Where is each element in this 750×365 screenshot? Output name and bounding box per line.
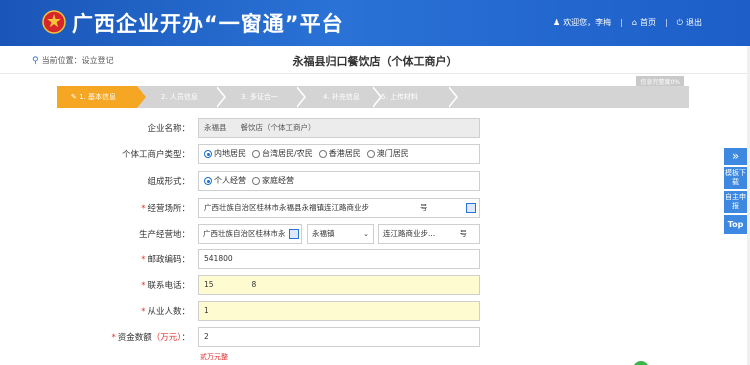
- phone-input[interactable]: 15 8: [198, 275, 480, 295]
- postal-code-label: * 邮政编码：: [141, 255, 190, 265]
- business-place-suffix: 号: [420, 203, 428, 212]
- step-chevron: [447, 86, 456, 108]
- company-name-field: 永福县 餐饮店（个体工商户）: [198, 118, 480, 138]
- company-name-prefix: 永福县: [204, 123, 227, 132]
- row-business-place: * 经营场所： 广西壮族自治区桂林市永福县永福镇连江路商业步 号: [0, 198, 750, 218]
- radio-label: 台湾居民/农民: [262, 149, 313, 158]
- town-select[interactable]: 永福镇 ⌄: [307, 224, 374, 244]
- top-header: 广西企业开办“一窗通”平台 ♟ 欢迎您，李梅 | ⌂ 首页 | ⏻ 退出: [0, 0, 750, 46]
- side-toolbar: » 模板下载 自主申报 Top: [724, 148, 747, 236]
- org-form-group: 个人经营 家庭经营: [198, 171, 480, 191]
- top-nav: ♟ 欢迎您，李梅 | ⌂ 首页 | ⏻ 退出: [553, 17, 702, 28]
- location-pin-icon: ⚲: [32, 55, 39, 66]
- back-to-top-button[interactable]: Top: [724, 215, 747, 234]
- home-link[interactable]: 首页: [640, 17, 656, 28]
- row-company-name: 企业名称： 永福县 餐饮店（个体工商户）: [0, 118, 750, 138]
- home-icon: ⌂: [631, 18, 637, 27]
- radio-macau[interactable]: 澳门居民: [366, 145, 409, 163]
- power-icon: ⏻: [676, 17, 683, 27]
- household-type-label: 个体工商户类型：: [121, 150, 190, 160]
- step-chevron: [295, 86, 304, 108]
- location-bar: 永福县归口餐饮店（个体工商户） ⚲ 当前位置： 设立登记: [0, 46, 750, 74]
- radio-individual[interactable]: 个人经营: [204, 172, 246, 190]
- address-picker-icon[interactable]: [466, 203, 476, 213]
- row-production-place: 生产经营地： 广西壮族自治区桂林市永 永福镇 ⌄ 连江路商业步... 号: [0, 224, 750, 244]
- row-postal-code: * 邮政编码： 541800: [0, 249, 750, 269]
- app-title: 广西企业开办“一窗通”平台: [72, 12, 344, 36]
- floating-help-icon[interactable]: [633, 361, 649, 365]
- radio-family[interactable]: 家庭经营: [252, 172, 294, 190]
- radio-taiwan[interactable]: 台湾居民/农民: [252, 145, 313, 163]
- step-label: 1. 基本信息: [79, 93, 116, 101]
- nav-separator: |: [664, 18, 668, 27]
- radio-button[interactable]: [204, 150, 212, 158]
- self-report-button[interactable]: 自主申报: [724, 191, 747, 213]
- postal-code-input[interactable]: 541800: [198, 249, 480, 269]
- phone-label: * 联系电话：: [141, 281, 190, 291]
- region-picker-icon[interactable]: [289, 229, 299, 239]
- business-place-input[interactable]: 广西壮族自治区桂林市永福县永福镇连江路商业步 号: [198, 198, 480, 218]
- radio-mainland[interactable]: 内地居民: [204, 145, 246, 163]
- step-basic-info[interactable]: ✎ 1. 基本信息: [57, 86, 137, 108]
- production-place-label: 生产经营地：: [138, 230, 190, 240]
- step-chevron: [137, 86, 146, 108]
- radio-label: 家庭经营: [262, 176, 294, 185]
- logout-link[interactable]: 退出: [686, 17, 702, 28]
- row-employees: * 从业人数： 1: [0, 301, 750, 321]
- radio-hongkong[interactable]: 香港居民: [318, 145, 361, 163]
- row-phone: * 联系电话： 15 8: [0, 275, 750, 295]
- step-multi-cert[interactable]: 3. 多证合一: [227, 86, 297, 108]
- street-input[interactable]: 连江路商业步... 号: [378, 224, 480, 244]
- radio-button[interactable]: [318, 150, 327, 158]
- step-chevron: [215, 86, 224, 108]
- row-household-type: 个体工商户类型： 内地居民 台湾居民/农民 香港居民 澳门居民: [0, 144, 750, 164]
- radio-button[interactable]: [252, 150, 260, 158]
- radio-label: 香港居民: [328, 149, 361, 158]
- employees-label: * 从业人数：: [141, 307, 190, 317]
- employees-input[interactable]: 1: [198, 301, 480, 321]
- phone-suffix: 8: [251, 280, 257, 289]
- radio-button[interactable]: [366, 150, 375, 158]
- nav-separator: |: [620, 18, 623, 27]
- radio-button[interactable]: [204, 177, 212, 185]
- street-suffix: 号: [459, 229, 468, 238]
- town-value: 永福镇: [312, 229, 335, 238]
- expand-arrow-button[interactable]: »: [724, 148, 747, 165]
- company-name-label: 企业名称：: [147, 124, 190, 134]
- step-upload[interactable]: 5. 上传材料: [367, 86, 443, 108]
- step-progress: ✎ 1. 基本信息 2. 人员信息 3. 多证合一 4. 补充信息 5. 上传材…: [57, 86, 689, 108]
- radio-label: 澳门居民: [376, 149, 409, 158]
- radio-label: 个人经营: [214, 176, 246, 185]
- capital-hint: 贰万元整: [200, 353, 228, 361]
- breadcrumb: ⚲ 当前位置： 设立登记: [32, 55, 114, 66]
- template-download-button[interactable]: 模板下载: [724, 167, 747, 189]
- capital-input[interactable]: 2: [198, 327, 480, 347]
- breadcrumb-current: 设立登记: [81, 56, 114, 65]
- row-org-form: 组成形式： 个人经营 家庭经营: [0, 171, 750, 191]
- business-place-value: 广西壮族自治区桂林市永福县永福镇连江路商业步: [204, 203, 369, 212]
- welcome-link[interactable]: 欢迎您，李梅: [563, 17, 611, 28]
- chevron-down-icon: ⌄: [363, 230, 369, 238]
- org-form-label: 组成形式：: [147, 177, 190, 187]
- household-type-group: 内地居民 台湾居民/农民 香港居民 澳门居民: [198, 144, 480, 164]
- production-region-input[interactable]: 广西壮族自治区桂林市永: [198, 224, 302, 244]
- national-emblem-icon: [42, 10, 66, 34]
- capital-label: * 资金数额（万元）：: [111, 333, 190, 343]
- production-region-value: 广西壮族自治区桂林市永: [203, 229, 286, 238]
- radio-button[interactable]: [252, 177, 260, 185]
- radio-label: 内地居民: [214, 149, 246, 158]
- edit-icon: ✎: [71, 93, 80, 101]
- company-name-suffix: 餐饮店（个体工商户）: [240, 123, 316, 132]
- row-capital: * 资金数额（万元）： 2: [0, 327, 750, 347]
- breadcrumb-label: 当前位置：: [41, 56, 82, 65]
- step-personnel[interactable]: 2. 人员信息: [147, 86, 217, 108]
- phone-prefix: 15: [204, 280, 214, 289]
- user-icon: ♟: [553, 18, 561, 27]
- business-place-label: * 经营场所：: [141, 204, 190, 214]
- street-value: 连江路商业步...: [383, 229, 436, 238]
